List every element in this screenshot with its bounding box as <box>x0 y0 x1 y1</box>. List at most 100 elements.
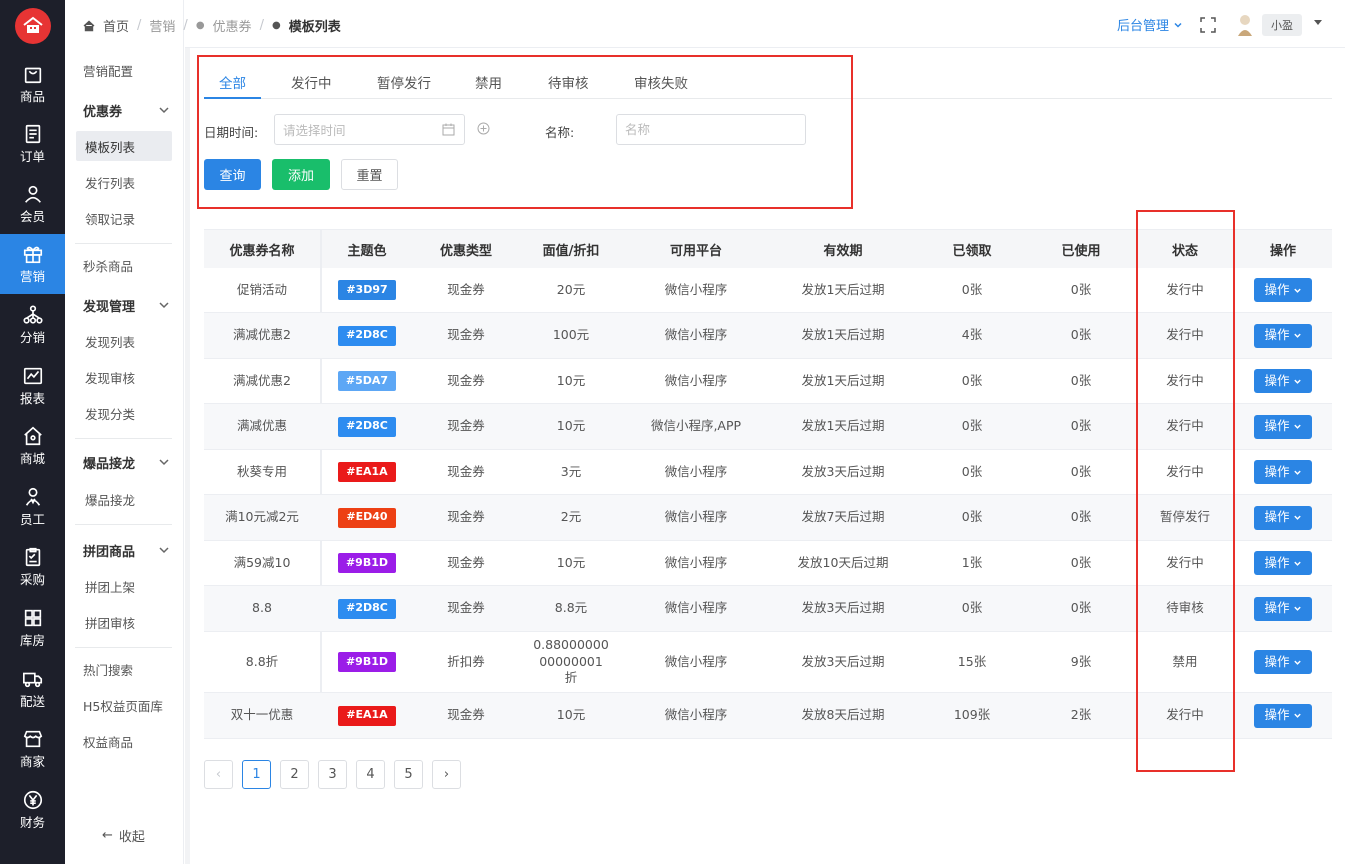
submenu-hot-item[interactable]: 爆品接龙 <box>76 484 173 514</box>
cell-used: 2张 <box>1026 693 1136 738</box>
highlight-filter-box <box>197 55 853 209</box>
highlight-status-column <box>1136 210 1235 772</box>
submenu-benefit-goods[interactable]: 权益商品 <box>76 726 173 756</box>
warehouse-icon <box>24 609 41 627</box>
gift-icon <box>23 246 42 264</box>
collapse-button[interactable]: ← 收起 <box>102 826 145 845</box>
app-logo[interactable] <box>15 8 51 44</box>
nav-item-3[interactable]: 营销 <box>0 234 65 294</box>
submenu-divider <box>75 524 172 525</box>
nav-item-4[interactable]: 分销 <box>0 295 65 355</box>
submenu-groupbuy-review[interactable]: 拼团审核 <box>76 607 173 637</box>
row-action-button[interactable]: 操作 <box>1254 551 1312 575</box>
cell-actions: 操作 <box>1234 693 1332 738</box>
nav-item-1[interactable]: 订单 <box>0 114 65 174</box>
submenu-claim-records[interactable]: 领取记录 <box>76 203 173 233</box>
row-action-button[interactable]: 操作 <box>1254 596 1312 621</box>
color-swatch: #3D97 <box>338 280 396 300</box>
row-action-button[interactable]: 操作 <box>1254 323 1312 348</box>
cell-validity: 发放3天后过期 <box>768 586 918 631</box>
page-button[interactable]: 4 <box>356 760 385 789</box>
cell-platform: 微信小程序,APP <box>624 404 768 449</box>
admin-menu[interactable]: 后台管理 <box>1117 15 1183 34</box>
row-action-button[interactable]: 操作 <box>1254 505 1312 530</box>
color-swatch: #EA1A <box>338 705 396 726</box>
cell-value: 8.8元 <box>518 586 624 631</box>
cell-name: 8.8折 <box>204 632 320 692</box>
used-text: 0张 <box>1070 372 1092 388</box>
next-page-button[interactable]: › <box>432 760 461 789</box>
submenu-discover-review[interactable]: 发现审核 <box>76 362 173 392</box>
nav-item-11[interactable]: 商家 <box>0 719 65 779</box>
chevron-down-icon <box>1293 561 1301 566</box>
validity-text: 发放3天后过期 <box>801 653 885 669</box>
row-action-button[interactable]: 操作 <box>1254 460 1312 484</box>
cell-type: 现金券 <box>414 495 518 540</box>
page-button[interactable]: 2 <box>280 760 309 789</box>
validity-text: 发放3天后过期 <box>801 600 885 616</box>
nav-item-label: 采购 <box>19 572 45 587</box>
nav-item-12[interactable]: 财务 <box>0 780 65 840</box>
row-action-button[interactable]: 操作 <box>1254 369 1312 393</box>
claimed-text: 0张 <box>961 463 983 479</box>
breadcrumb-marketing[interactable]: 营销 <box>149 16 175 35</box>
main-nav-rail: 商品 订单 会员 营销 分销 报表 商城 员工采购库房 配送商家财务 <box>0 0 65 864</box>
caret-down-icon[interactable] <box>1313 19 1323 27</box>
fullscreen-icon[interactable] <box>1200 17 1216 33</box>
cell-value: 10元 <box>518 359 624 403</box>
submenu-group-coupon[interactable]: 优惠券 <box>76 95 173 125</box>
cell-name: 满减优惠 <box>204 404 320 449</box>
row-action-button[interactable]: 操作 <box>1254 278 1312 302</box>
cell-value: 0.88000000 00000001 折 <box>518 632 624 692</box>
nav-item-9[interactable]: 库房 <box>0 598 65 658</box>
nav-item-7[interactable]: 员工 <box>0 477 65 537</box>
submenu-groupbuy-listing[interactable]: 拼团上架 <box>76 571 173 601</box>
submenu-group-groupbuy[interactable]: 拼团商品 <box>76 535 173 565</box>
submenu-group-hot[interactable]: 爆品接龙 <box>76 447 173 477</box>
submenu-discover-list[interactable]: 发现列表 <box>76 326 173 356</box>
row-action-button[interactable]: 操作 <box>1254 414 1312 439</box>
nav-item-6[interactable]: 商城 <box>0 416 65 476</box>
nav-item-5[interactable]: 报表 <box>0 356 65 416</box>
cell-type: 现金券 <box>414 693 518 738</box>
cell-validity: 发放1天后过期 <box>768 404 918 449</box>
page-button[interactable]: 5 <box>394 760 423 789</box>
submenu-hot-search[interactable]: 热门搜索 <box>76 654 173 684</box>
type-text: 现金券 <box>447 509 485 525</box>
chevron-down-icon <box>159 459 169 466</box>
chevron-down-icon <box>159 547 169 554</box>
validity-text: 发放1天后过期 <box>801 372 885 388</box>
page-button[interactable]: 3 <box>318 760 347 789</box>
breadcrumb-home[interactable]: 首页 <box>103 16 129 35</box>
prev-page-button[interactable]: ‹ <box>204 760 233 789</box>
cell-validity: 发放1天后过期 <box>768 359 918 403</box>
nav-item-8[interactable]: 采购 <box>0 537 65 597</box>
cell-type: 现金券 <box>414 268 518 312</box>
cell-validity: 发放3天后过期 <box>768 632 918 692</box>
column-header: 操作 <box>1234 230 1332 268</box>
page-button[interactable]: 1 <box>242 760 271 789</box>
nav-item-0[interactable]: 商品 <box>0 54 65 114</box>
claimed-text: 109张 <box>953 707 991 723</box>
avatar[interactable] <box>1234 12 1256 38</box>
submenu-discover-category[interactable]: 发现分类 <box>76 398 173 428</box>
chevron-down-icon <box>1293 515 1301 520</box>
user-name[interactable]: 小盈 <box>1262 14 1302 36</box>
breadcrumb-coupon[interactable]: 优惠券 <box>213 16 252 35</box>
submenu-h5-pages[interactable]: H5权益页面库 <box>76 690 173 720</box>
row-action-button[interactable]: 操作 <box>1254 650 1312 674</box>
submenu-template-list[interactable]: 模板列表 <box>76 131 172 161</box>
platform-text: 微信小程序 <box>664 327 728 343</box>
submenu-group-discover[interactable]: 发现管理 <box>76 290 173 320</box>
submenu-flash-sale[interactable]: 秒杀商品 <box>76 250 173 280</box>
nav-item-10[interactable]: 配送 <box>0 659 65 719</box>
nav-item-2[interactable]: 会员 <box>0 174 65 234</box>
action-label: 操作 <box>1264 327 1290 343</box>
used-text: 0张 <box>1070 327 1092 343</box>
submenu-marketing-config[interactable]: 营销配置 <box>76 55 173 85</box>
row-action-button[interactable]: 操作 <box>1254 703 1312 728</box>
submenu-issue-list[interactable]: 发行列表 <box>76 167 173 197</box>
nav-item-label: 商家 <box>19 754 45 769</box>
platform-text: 微信小程序,APP <box>650 418 742 434</box>
used-text: 0张 <box>1070 554 1092 570</box>
